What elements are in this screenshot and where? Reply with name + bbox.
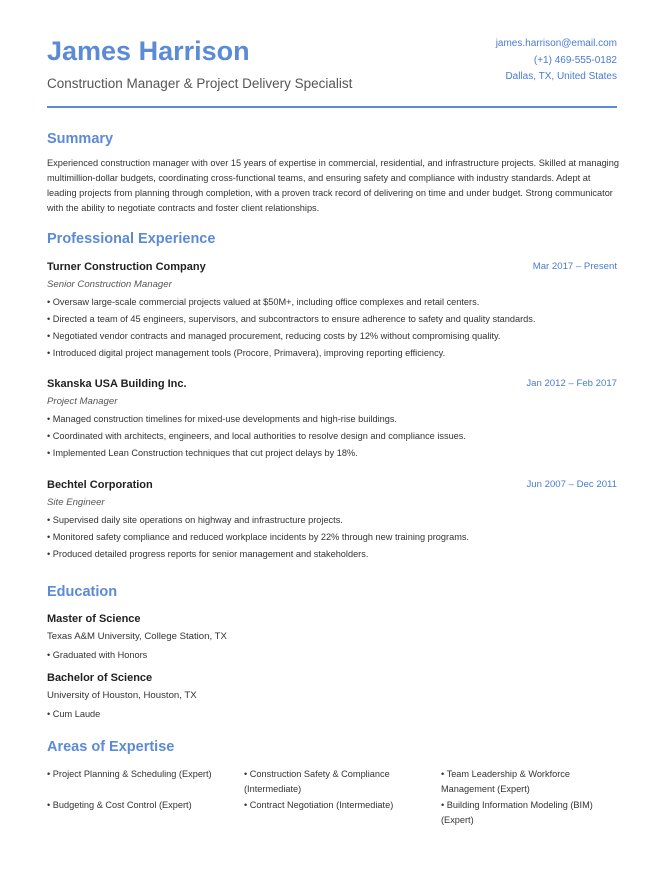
job-role: Site Engineer — [47, 497, 105, 508]
summary-text: Experienced construction manager with ov… — [47, 158, 619, 213]
education-note: • Cum Laude — [47, 709, 101, 719]
job-role: Project Manager — [47, 396, 118, 407]
education-degree: Bachelor of Science — [47, 672, 153, 684]
expertise-item: • Team Leadership & Workforce Management… — [441, 769, 571, 794]
education-school: Texas A&M University, College Station, T… — [47, 631, 227, 642]
job-role: Senior Construction Manager — [47, 279, 172, 290]
job-dates: Jun 2007 – Dec 2011 — [526, 479, 618, 490]
contact-email[interactable]: james.harrison@email.com — [496, 36, 617, 53]
expertise-item: • Budgeting & Cost Control (Expert) — [47, 800, 192, 810]
education-degree: Master of Science — [47, 613, 141, 625]
job-bullet: • Directed a team of 45 engineers, super… — [47, 314, 536, 324]
expertise-item: • Contract Negotiation (Intermediate) — [244, 800, 394, 810]
job-entry: Bechtel Corporation Jun 2007 – Dec 2011 … — [47, 476, 617, 563]
contact-location: Dallas, TX, United States — [505, 71, 617, 82]
job-bullet: • Coordinated with architects, engineers… — [47, 431, 466, 441]
contact-block: james.harrison@email.com (+1) 469-555-01… — [496, 36, 617, 86]
job-entry: Turner Construction Company Mar 2017 – P… — [47, 258, 617, 362]
experience-heading: Professional Experience — [47, 231, 216, 247]
job-bullet: • Produced detailed progress reports for… — [47, 549, 369, 559]
education-school: University of Houston, Houston, TX — [47, 690, 197, 701]
job-bullet: • Negotiated vendor contracts and manage… — [47, 331, 501, 341]
summary-heading: Summary — [47, 131, 114, 147]
job-dates: Jan 2012 – Feb 2017 — [526, 378, 617, 389]
job-bullet: • Supervised daily site operations on hi… — [47, 515, 343, 525]
job-bullet: • Implemented Lean Construction techniqu… — [47, 448, 358, 458]
contact-phone[interactable]: (+1) 469-555-0182 — [496, 53, 617, 70]
job-company: Turner Construction Company — [47, 261, 206, 273]
resume-page: James Harrison Construction Manager & Pr… — [47, 0, 619, 825]
job-bullet: • Oversaw large-scale commercial project… — [47, 297, 480, 307]
expertise-grid: • Project Planning & Scheduling (Expert)… — [47, 767, 627, 827]
education-note: • Graduated with Honors — [47, 650, 148, 660]
expertise-item: • Construction Safety & Compliance (Inte… — [244, 769, 390, 794]
candidate-name: James Harrison — [47, 36, 250, 66]
expertise-heading: Areas of Expertise — [47, 739, 175, 755]
job-bullet: • Monitored safety compliance and reduce… — [47, 532, 469, 542]
resume-header: James Harrison Construction Manager & Pr… — [47, 0, 617, 108]
candidate-title: Construction Manager & Project Delivery … — [47, 76, 353, 91]
expertise-item: • Project Planning & Scheduling (Expert) — [47, 769, 212, 779]
job-dates: Mar 2017 – Present — [532, 261, 617, 272]
job-bullet: • Managed construction timelines for mix… — [47, 414, 397, 424]
expertise-item: • Building Information Modeling (BIM) (E… — [441, 800, 593, 825]
education-entry: Bachelor of Science University of Housto… — [47, 670, 617, 723]
education-heading: Education — [47, 584, 118, 600]
education-entry: Master of Science Texas A&M University, … — [47, 611, 617, 664]
job-entry: Skanska USA Building Inc. Jan 2012 – Feb… — [47, 375, 617, 462]
job-bullet: • Introduced digital project management … — [47, 348, 446, 358]
